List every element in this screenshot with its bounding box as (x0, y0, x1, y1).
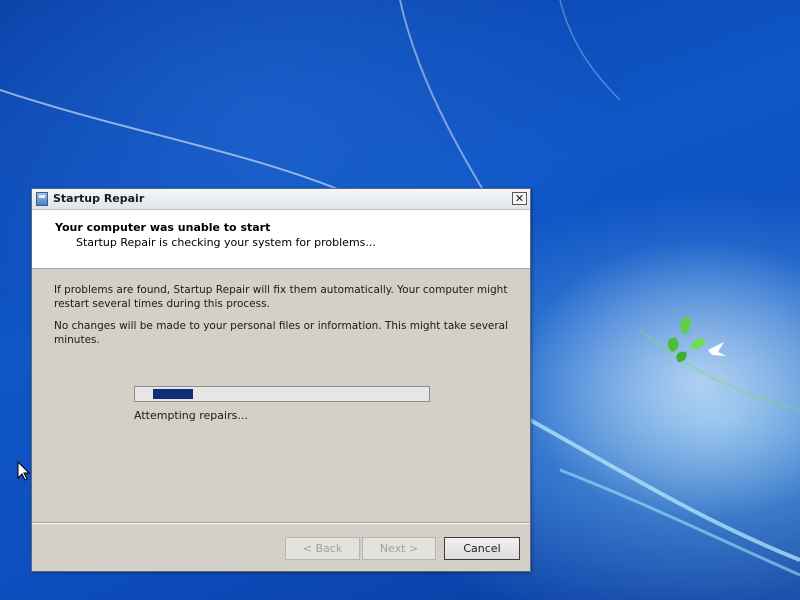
close-icon: ✕ (514, 192, 525, 205)
footer-divider (32, 522, 530, 524)
subheading: Startup Repair is checking your system f… (76, 236, 376, 249)
startup-repair-dialog: Startup Repair ✕ Your computer was unabl… (31, 188, 531, 572)
title-bar[interactable]: Startup Repair ✕ (32, 189, 530, 210)
info-paragraph-2: No changes will be made to your personal… (54, 320, 509, 346)
back-button[interactable]: < Back (285, 537, 360, 560)
progress-status: Attempting repairs... (134, 409, 248, 422)
cancel-button[interactable]: Cancel (444, 537, 520, 560)
next-button[interactable]: Next > (362, 537, 436, 560)
leaf-logo (667, 316, 726, 362)
close-button[interactable]: ✕ (512, 192, 527, 205)
info-paragraph-1: If problems are found, Startup Repair wi… (54, 284, 508, 310)
progress-bar (134, 386, 430, 402)
mouse-pointer-icon (17, 461, 31, 481)
startup-repair-icon (36, 192, 48, 206)
window-title: Startup Repair (53, 192, 145, 205)
header-panel: Your computer was unable to start Startu… (32, 210, 530, 269)
heading: Your computer was unable to start (55, 221, 271, 234)
progress-marquee-block (153, 389, 193, 399)
